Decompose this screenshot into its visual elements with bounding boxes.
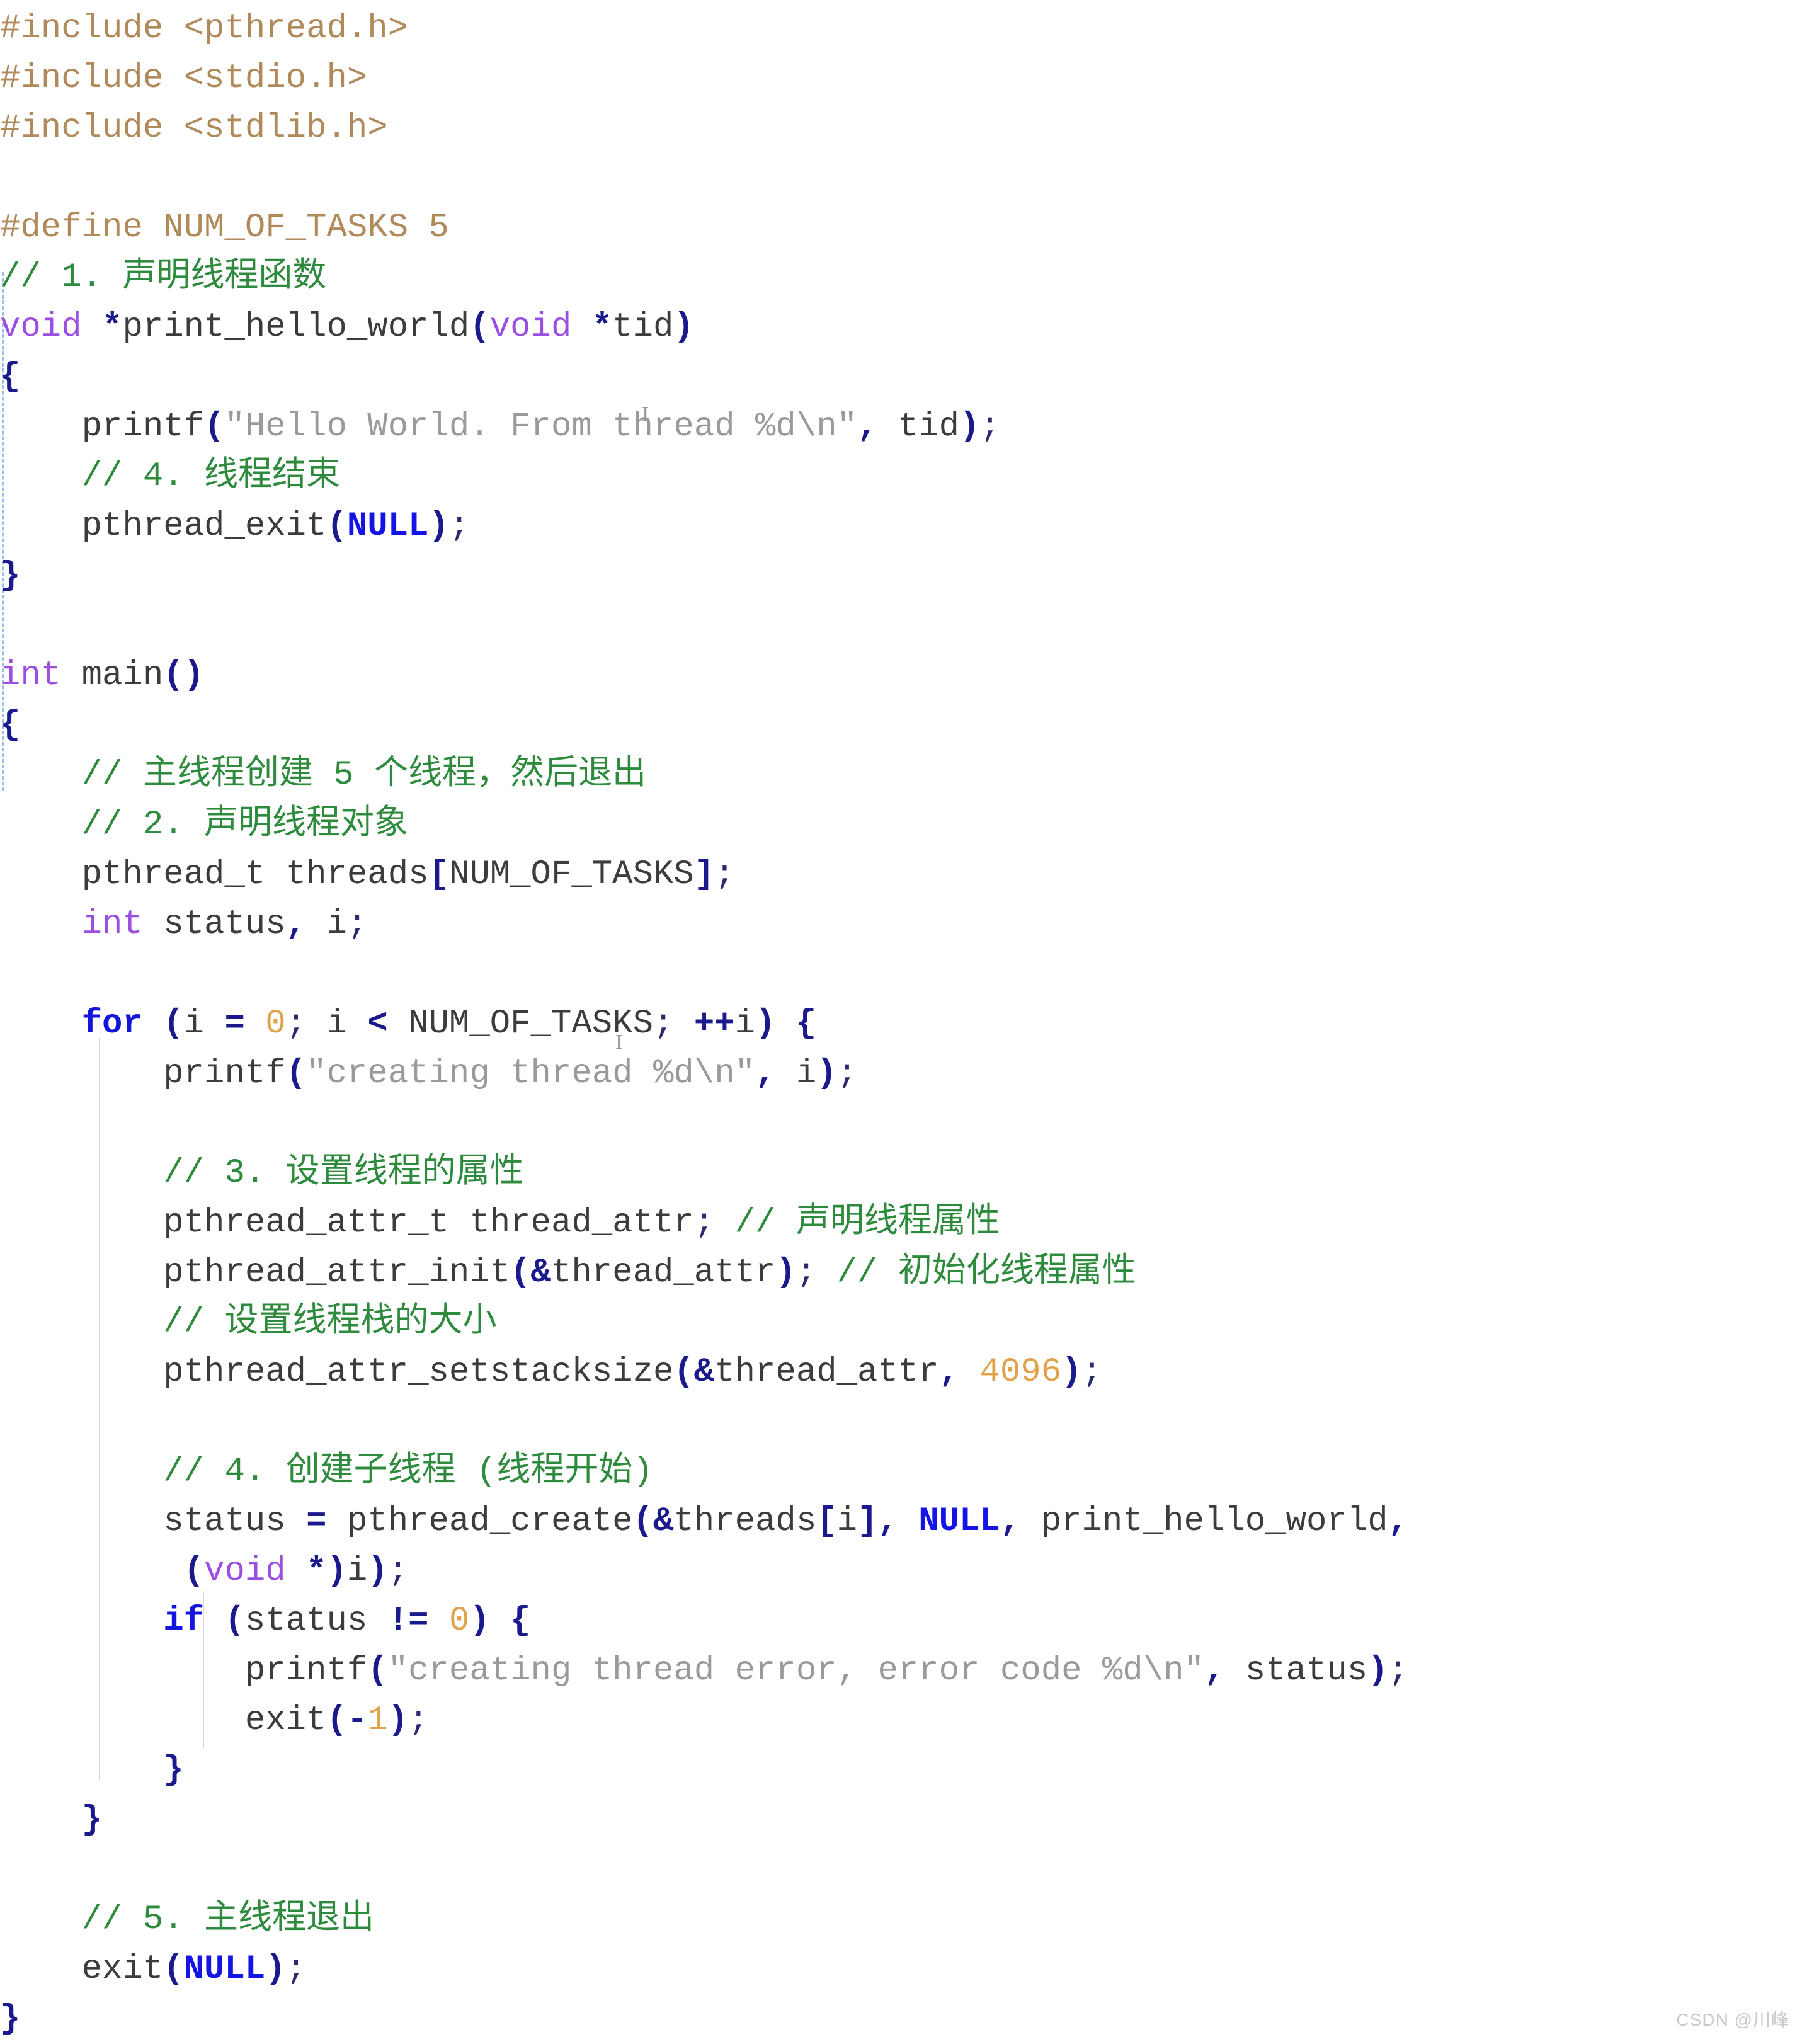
code-line[interactable]: printf("creating thread error, error cod… [0, 1646, 1802, 1696]
code-line[interactable]: { [0, 700, 1802, 750]
source-code-block[interactable]: #include <pthread.h> #include <stdio.h> #i… [0, 4, 1802, 2044]
code-line[interactable]: for (i = 0; i < NUM_OF_TASKS; ++i) { [0, 999, 1802, 1049]
code-line[interactable]: } [0, 1994, 1802, 2044]
code-line[interactable]: printf("creating thread %d\n", i); [0, 1049, 1802, 1099]
code-line[interactable]: status = pthread_create(&threads[i], NUL… [0, 1497, 1802, 1546]
code-line[interactable]: #define NUM_OF_TASKS 5 [0, 203, 1802, 253]
code-line[interactable]: // 3. 设置线程的属性 [0, 1148, 1802, 1198]
code-line[interactable]: #include <stdlib.h> [0, 103, 1802, 153]
code-line[interactable]: } [0, 551, 1802, 601]
code-line[interactable]: int status, i; [0, 899, 1802, 949]
code-line[interactable]: (void *)i); [0, 1546, 1802, 1596]
code-line[interactable]: // 2. 声明线程对象 [0, 800, 1802, 850]
code-line[interactable]: int main() [0, 651, 1802, 700]
code-line-blank[interactable] [0, 1397, 1802, 1447]
code-line[interactable]: pthread_exit(NULL); [0, 501, 1802, 551]
code-line-blank[interactable] [0, 1099, 1802, 1148]
code-line-blank[interactable] [0, 949, 1802, 999]
code-line[interactable]: // 4. 创建子线程 (线程开始) [0, 1447, 1802, 1497]
code-line[interactable]: #include <pthread.h> [0, 4, 1802, 54]
code-line[interactable]: pthread_attr_t thread_attr; // 声明线程属性 [0, 1198, 1802, 1248]
code-line[interactable]: exit(-1); [0, 1696, 1802, 1745]
code-line[interactable]: // 主线程创建 5 个线程，然后退出 [0, 750, 1802, 800]
code-line[interactable]: printf("Hello World. From thread %d\n", … [0, 402, 1802, 452]
code-line[interactable]: } [0, 1745, 1802, 1795]
code-line[interactable]: // 1. 声明线程函数 [0, 253, 1802, 302]
code-line[interactable]: pthread_attr_setstacksize(&thread_attr, … [0, 1347, 1802, 1397]
code-line-blank[interactable] [0, 1845, 1802, 1895]
code-line[interactable]: #include <stdio.h> [0, 54, 1802, 103]
code-line-blank[interactable] [0, 601, 1802, 651]
code-viewer[interactable]: I I #include <pthread.h> #include <stdio.… [0, 0, 1802, 2040]
code-line[interactable]: } [0, 1795, 1802, 1845]
code-line[interactable]: pthread_attr_init(&thread_attr); // 初始化线… [0, 1248, 1802, 1298]
code-line[interactable]: // 5. 主线程退出 [0, 1895, 1802, 1944]
code-line[interactable]: void *print_hello_world(void *tid) [0, 302, 1802, 352]
code-line[interactable]: { [0, 352, 1802, 402]
code-line[interactable]: pthread_t threads[NUM_OF_TASKS]; [0, 850, 1802, 899]
code-line-blank[interactable] [0, 153, 1802, 203]
code-line[interactable]: // 4. 线程结束 [0, 452, 1802, 501]
code-line[interactable]: exit(NULL); [0, 1944, 1802, 1994]
code-line[interactable]: // 设置线程栈的大小 [0, 1298, 1802, 1347]
code-line[interactable]: if (status != 0) { [0, 1596, 1802, 1646]
